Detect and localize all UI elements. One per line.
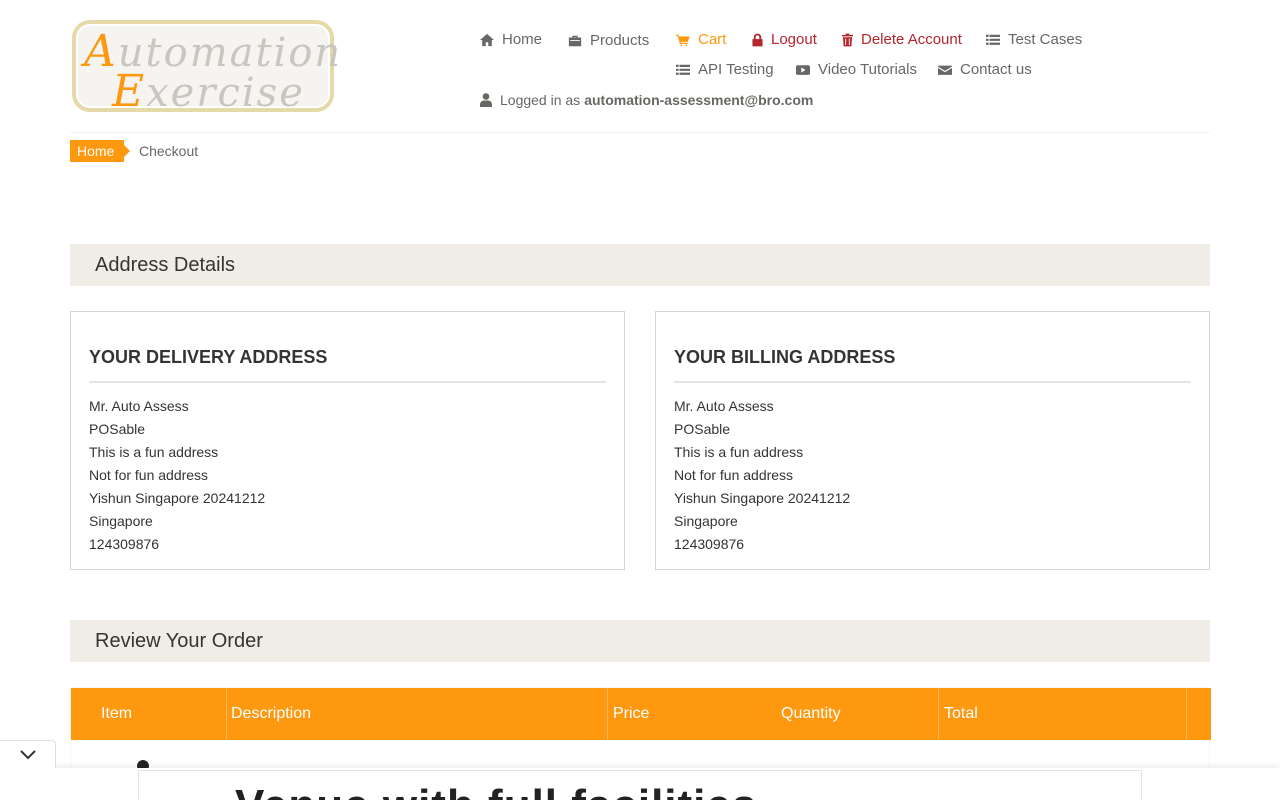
nav-products[interactable]: Products [568, 32, 649, 49]
billing-country: Singapore [674, 513, 738, 529]
trash-icon [842, 33, 853, 46]
billing-address-title: Your billing address [674, 347, 896, 367]
ad-collapse-toggle[interactable] [0, 740, 56, 768]
nav-test-cases[interactable]: Test Cases [986, 31, 1082, 48]
ad-headline: Venue with full facilities [235, 781, 757, 800]
billing-address-lines: Mr. Auto Assess POSable This is a fun ad… [674, 398, 850, 559]
ad-banner[interactable]: Venue with full facilities [138, 770, 1142, 800]
site-logo[interactable]: Automation Exercise [72, 20, 340, 117]
delivery-city-state-zip: Yishun Singapore 20241212 [89, 490, 266, 506]
nav-api-testing-label: API Testing [698, 61, 774, 78]
lock-icon [752, 33, 763, 46]
nav-api-testing[interactable]: API Testing [676, 61, 774, 78]
col-item: Item [101, 705, 133, 722]
nav-delete-account[interactable]: Delete Account [842, 31, 962, 48]
billing-address-divider [674, 381, 1191, 383]
delivery-country: Singapore [89, 513, 153, 529]
nav-logout-label: Logout [771, 31, 817, 48]
envelope-icon [938, 65, 952, 75]
nav-contact-us-label: Contact us [960, 61, 1032, 78]
col-price: Price [613, 705, 650, 722]
youtube-play-icon [796, 64, 810, 75]
logged-in-prefix: Logged in as [500, 92, 581, 108]
billing-address-box: Your billing address Mr. Auto Assess POS… [655, 311, 1210, 570]
billing-phone: 124309876 [674, 536, 745, 552]
order-table-header: Item Description Price Quantity Total [71, 688, 1211, 740]
breadcrumb-current: Checkout [139, 143, 199, 159]
nav-delete-account-label: Delete Account [861, 31, 962, 48]
column-divider [607, 688, 608, 740]
nav-cart[interactable]: Cart [676, 31, 726, 48]
review-order-title: Review Your Order [95, 630, 263, 652]
cart-icon [676, 34, 690, 46]
logo-line-2: Exercise [112, 66, 305, 117]
delivery-company: POSable [89, 421, 146, 437]
nav-test-cases-label: Test Cases [1008, 31, 1083, 48]
header-divider [70, 132, 1210, 133]
logged-in-user: automation-assessment@bro.com [584, 92, 814, 108]
logged-in-status: Logged in as automation-assessment@bro.c… [480, 92, 813, 108]
nav-home[interactable]: Home [480, 31, 542, 48]
delivery-address1: This is a fun address [89, 444, 219, 460]
list-icon [676, 64, 690, 75]
billing-company: POSable [674, 421, 731, 437]
billing-city-state-zip: Yishun Singapore 20241212 [674, 490, 851, 506]
delivery-name: Mr. Auto Assess [89, 398, 189, 414]
delivery-address-title: Your delivery address [89, 347, 328, 367]
delivery-address-divider [89, 381, 606, 383]
nav-products-label: Products [590, 32, 650, 49]
briefcase-icon [568, 35, 582, 46]
nav-video-tutorials[interactable]: Video Tutorials [796, 61, 917, 78]
nav-home-label: Home [502, 31, 543, 48]
billing-address2: Not for fun address [674, 467, 794, 483]
delivery-address-lines: Mr. Auto Assess POSable This is a fun ad… [89, 398, 265, 559]
nav-contact-us[interactable]: Contact us [938, 61, 1032, 78]
col-total: Total [944, 705, 978, 722]
billing-name: Mr. Auto Assess [674, 398, 774, 414]
delivery-phone: 124309876 [89, 536, 160, 552]
billing-address1: This is a fun address [674, 444, 804, 460]
column-divider [1186, 688, 1187, 740]
breadcrumb-home[interactable]: Home [70, 140, 131, 162]
col-description: Description [231, 705, 312, 722]
address-details-header: Address Details [70, 244, 1210, 286]
list-icon [986, 34, 1000, 45]
column-divider [226, 688, 227, 740]
address-details-title: Address Details [95, 254, 236, 276]
nav-video-tutorials-label: Video Tutorials [818, 61, 917, 78]
col-quantity: Quantity [781, 705, 841, 722]
chevron-down-icon [19, 749, 36, 759]
nav-cart-label: Cart [698, 31, 727, 48]
review-order-header: Review Your Order [70, 620, 1210, 662]
column-divider [938, 688, 939, 740]
nav-logout[interactable]: Logout [752, 31, 817, 48]
home-icon [480, 33, 494, 46]
delivery-address2: Not for fun address [89, 467, 209, 483]
delivery-address-box: Your delivery address Mr. Auto Assess PO… [70, 311, 625, 570]
user-icon [480, 93, 492, 107]
